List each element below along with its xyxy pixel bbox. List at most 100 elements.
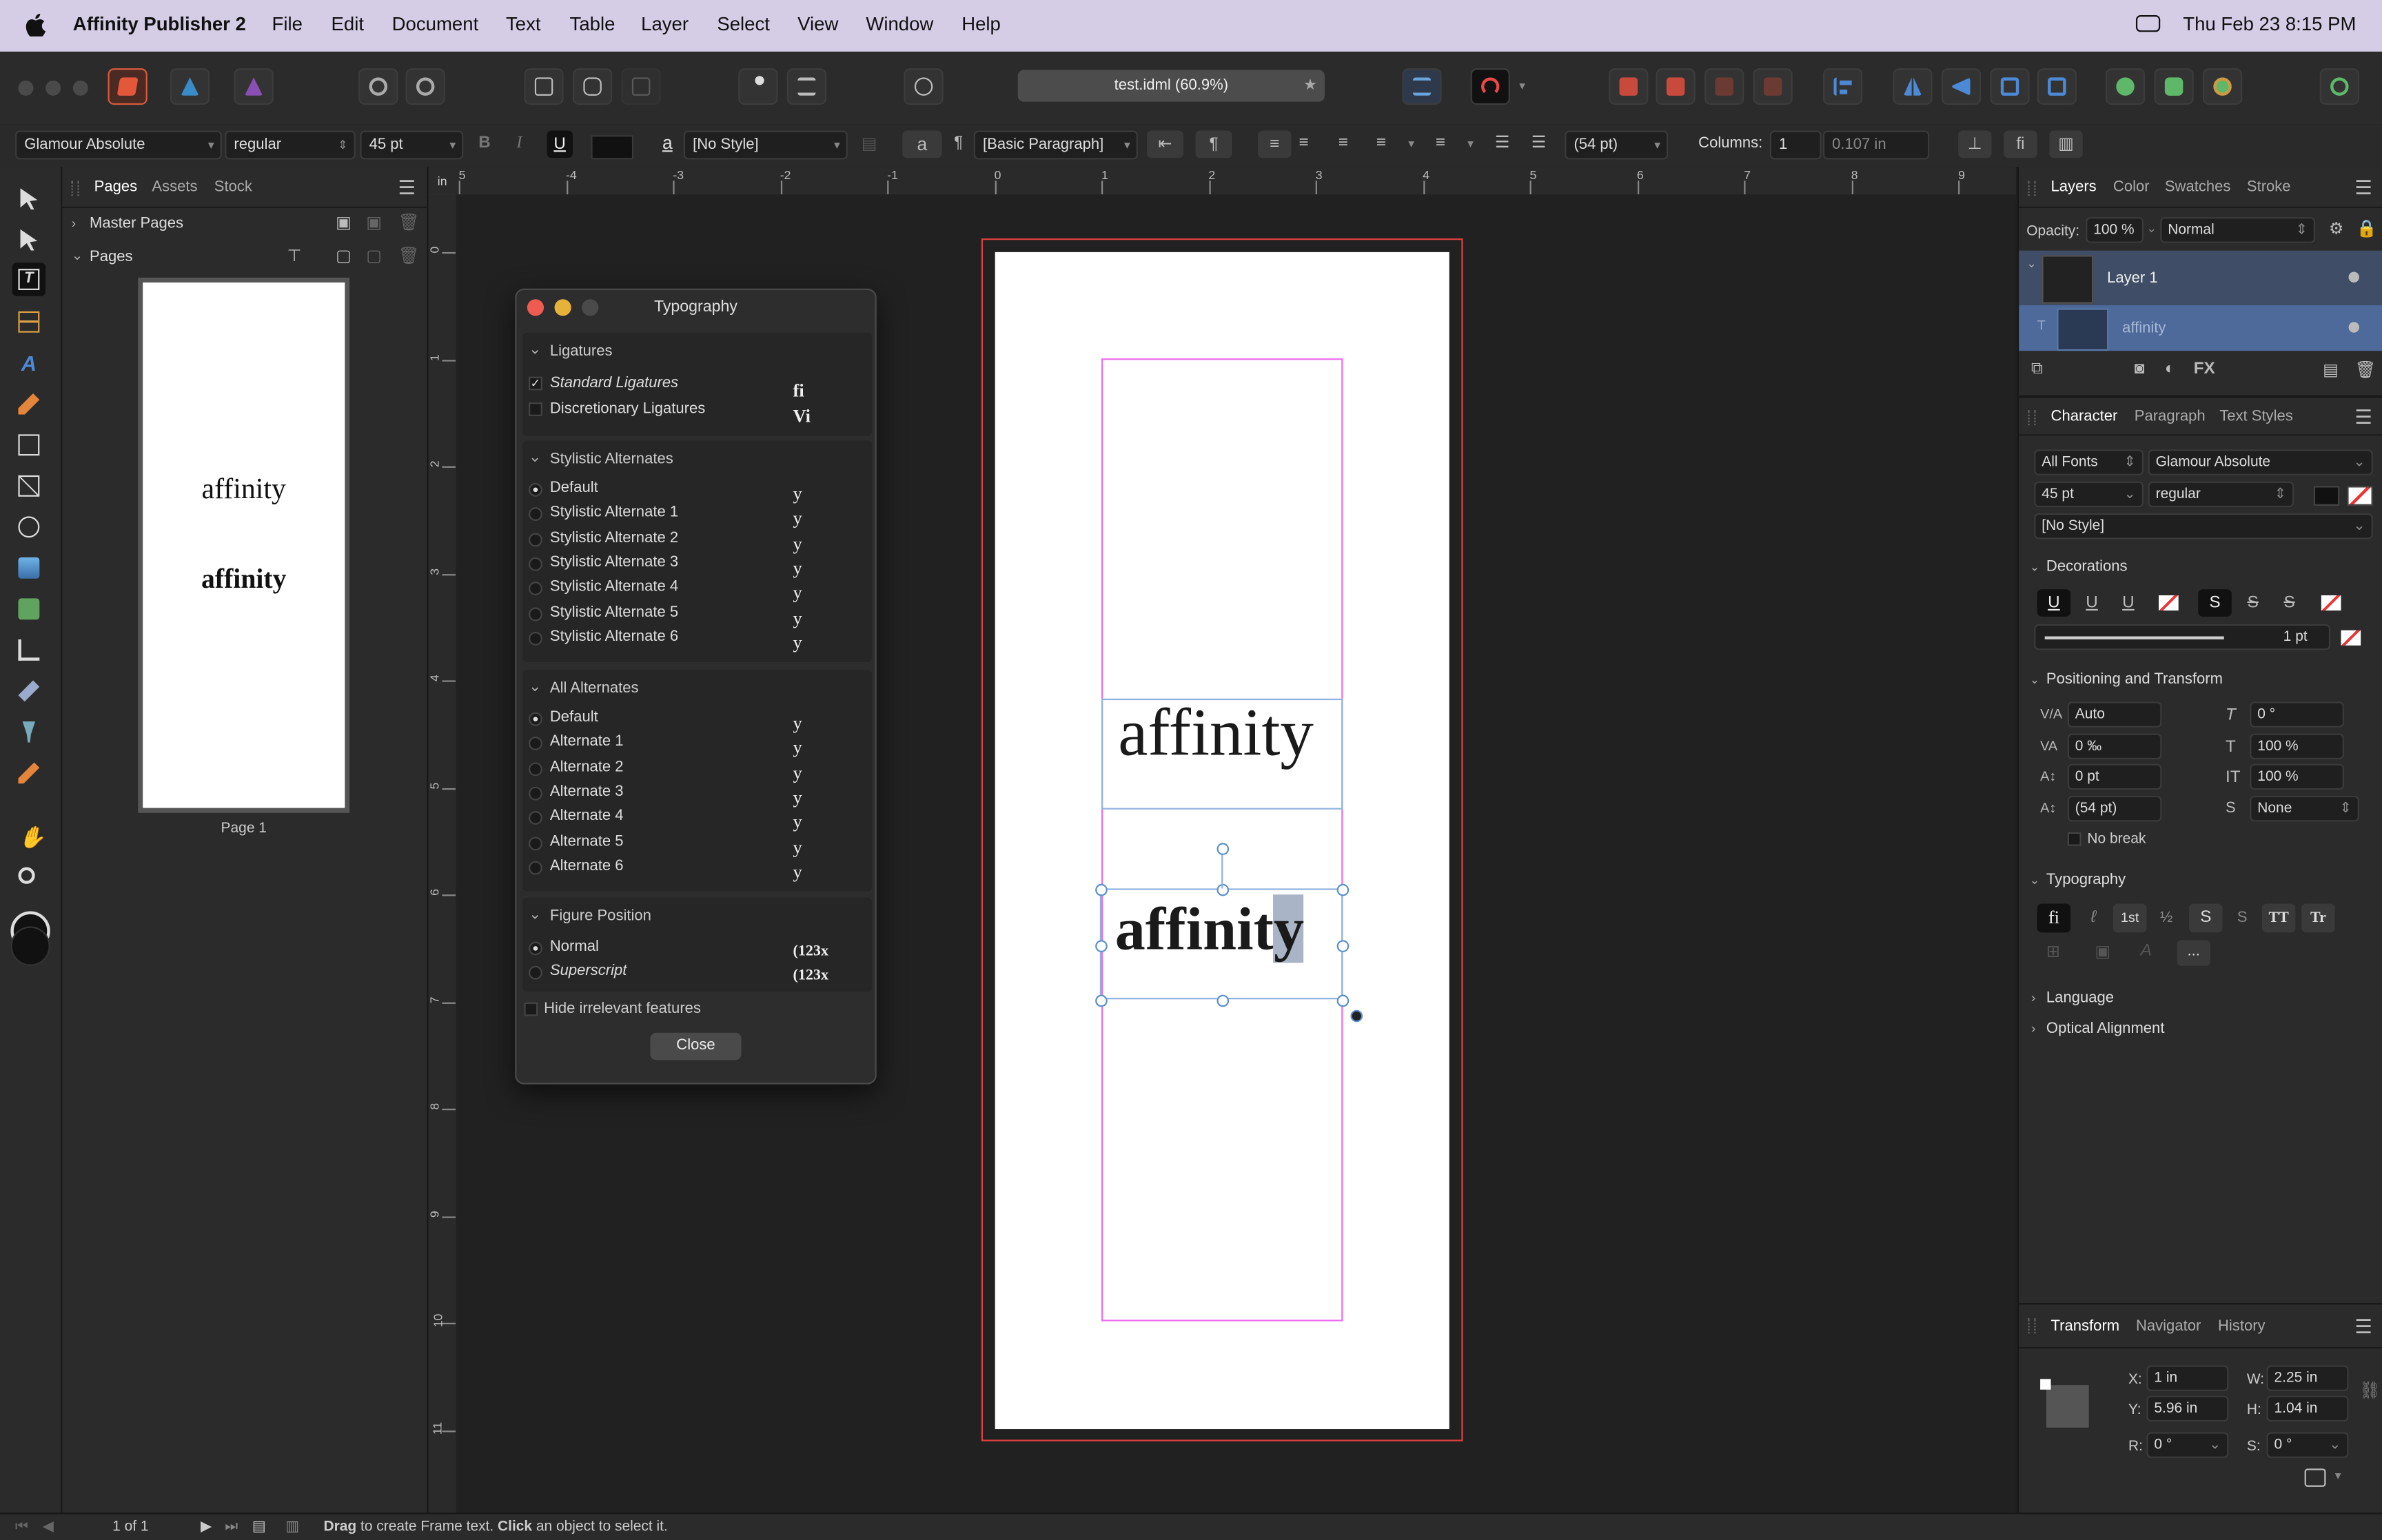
leading-field[interactable]: (54 pt) ▾	[1565, 130, 1669, 160]
grid-glyph-icon[interactable]: ⊞	[2046, 942, 2060, 961]
blend-mode-select[interactable]: Normal ⇕	[2160, 217, 2316, 243]
last-page-icon[interactable]: ⏭	[225, 1519, 238, 1535]
duplicate-page-icon[interactable]: ▢	[366, 246, 382, 265]
alternate-label[interactable]: Alternate 5	[550, 833, 624, 850]
selection-handle[interactable]	[1095, 994, 1108, 1007]
pin-button[interactable]	[738, 68, 778, 105]
chevron-right-icon[interactable]: ›	[72, 216, 77, 231]
account-button[interactable]	[2319, 68, 2359, 105]
tab-swatches[interactable]: Swatches	[2165, 179, 2231, 196]
visibility-dot-icon[interactable]	[2348, 271, 2359, 283]
tab-text-styles[interactable]: Text Styles	[2219, 409, 2293, 425]
figure-normal-radio[interactable]	[529, 941, 542, 956]
character-style-select[interactable]: [No Style] ▾	[683, 130, 848, 160]
stylistic-alternate-label[interactable]: Default	[550, 480, 598, 496]
tab-stroke[interactable]: Stroke	[2247, 179, 2291, 196]
chevron-down-icon[interactable]: ⌄	[529, 342, 541, 358]
alternate-label[interactable]: Alternate 2	[550, 759, 624, 775]
character-weight-select[interactable]: regular ⇕	[2148, 481, 2294, 508]
underline-single-button[interactable]: U	[2037, 589, 2071, 617]
table-tool[interactable]	[12, 305, 45, 338]
menu-text[interactable]: Text	[506, 14, 541, 35]
tracking-field[interactable]: 0 ‰	[2067, 733, 2162, 760]
flip-horizontal-button[interactable]	[1893, 68, 1933, 105]
panel-grip-icon[interactable]	[71, 181, 79, 196]
selection-handle[interactable]	[1336, 940, 1350, 952]
add-layer-icon[interactable]: ▤	[2323, 360, 2339, 380]
crop-tool[interactable]	[12, 633, 45, 666]
control-center-icon[interactable]	[2135, 15, 2161, 32]
chevron-right-icon[interactable]: ›	[2031, 1020, 2036, 1036]
stylistic-alternate-radio[interactable]	[529, 557, 542, 571]
chevron-down-icon[interactable]: ⌄	[2030, 673, 2040, 686]
menu-help[interactable]: Help	[961, 14, 1001, 35]
layer-row-layer1[interactable]: ⌄ Layer 1	[2019, 250, 2382, 306]
text-frame-properties-button[interactable]: ⊥	[1958, 130, 1992, 158]
panel-grip-icon[interactable]	[2028, 181, 2036, 196]
figure-superscript-label[interactable]: Superscript	[550, 963, 627, 979]
hide-irrelevant-label[interactable]: Hide irrelevant features	[544, 1001, 701, 1018]
all-alternates-header[interactable]: All Alternates	[550, 680, 639, 697]
link-aspect-icon[interactable]: ⛓	[2359, 1381, 2381, 1400]
small-caps-toggle[interactable]: Tr	[2301, 903, 2335, 933]
tab-color[interactable]: Color	[2113, 179, 2150, 196]
panel-menu-icon[interactable]: ☰	[2354, 176, 2372, 201]
x-field[interactable]: 1 in	[2146, 1365, 2229, 1391]
baseline-field[interactable]: 0 pt	[2067, 763, 2162, 790]
move-to-front-button[interactable]	[1753, 68, 1793, 105]
align-left-button[interactable]: ≡	[1257, 130, 1292, 158]
stylistic-alternates-header[interactable]: Stylistic Alternates	[550, 451, 673, 468]
move-forward-button[interactable]	[1704, 68, 1744, 105]
horizontal-ruler[interactable]: in 5 -4 -3 -2 -1 0 1 2 3 4 5 6 7 8 9	[428, 167, 2016, 196]
page-options-icon[interactable]: ⊤	[287, 246, 302, 265]
stylistic-alternate-label[interactable]: Stylistic Alternate 3	[550, 554, 678, 571]
rotation-handle[interactable]	[1217, 843, 1230, 855]
vertical-ruler[interactable]: 0 1 2 3 4 5 6 7 8 9 10 11	[428, 194, 458, 1513]
chevron-down-icon[interactable]: ⌄	[2026, 256, 2037, 270]
tab-star-icon[interactable]: ★	[1303, 70, 1317, 101]
stylistic-alternate-radio[interactable]	[529, 507, 542, 522]
fx-icon[interactable]: FX	[2194, 360, 2215, 378]
menu-layer[interactable]: Layer	[641, 14, 689, 35]
spread-setup-button[interactable]	[524, 68, 564, 105]
gutter-field[interactable]: 0.107 in	[1822, 130, 1930, 160]
panel-menu-icon[interactable]: ☰	[2354, 405, 2372, 429]
typography-button[interactable]: fi	[2004, 130, 2037, 158]
figure-position-header[interactable]: Figure Position	[550, 908, 651, 925]
tab-stock[interactable]: Stock	[214, 179, 252, 196]
layer-row-affinity[interactable]: T affinity	[2019, 305, 2382, 351]
text-color-swatch[interactable]	[591, 135, 634, 160]
menu-select[interactable]: Select	[717, 14, 770, 35]
layer-name[interactable]: affinity	[2122, 320, 2166, 337]
view-tool[interactable]: ✋	[12, 820, 45, 853]
transparency-tool[interactable]	[12, 715, 45, 748]
numbering-button[interactable]: ☰	[1531, 132, 1547, 152]
fill-tool[interactable]	[12, 675, 45, 708]
chevron-right-icon[interactable]: ›	[2031, 990, 2036, 1005]
swash-toggle[interactable]: ℓ	[2079, 903, 2107, 932]
shear-transform-field[interactable]: 0 ° ⌄	[2266, 1432, 2349, 1458]
table-data-tool[interactable]	[12, 593, 45, 626]
node-tool[interactable]	[12, 223, 45, 256]
character-style-field[interactable]: [No Style] ⌄	[2034, 513, 2373, 540]
tab-layers[interactable]: Layers	[2051, 179, 2097, 196]
alternate-label[interactable]: Default	[550, 709, 598, 726]
justify-dropdown-icon[interactable]: ▾	[1408, 136, 1414, 150]
boolean-subtract-button[interactable]	[2154, 68, 2194, 105]
flip-vertical-button[interactable]	[1941, 68, 1982, 105]
bleed-button[interactable]	[621, 68, 661, 105]
first-page-icon[interactable]: ⏮	[15, 1519, 28, 1535]
standard-ligatures-checkbox[interactable]: ✓	[529, 376, 542, 391]
pages-header[interactable]: Pages	[90, 249, 133, 265]
strikethrough-custom-button[interactable]: S	[2277, 589, 2301, 617]
apply-paragraph-style-button[interactable]: ⇤	[1147, 130, 1183, 158]
menu-document[interactable]: Document	[392, 14, 479, 35]
superscript-select[interactable]: None ⇕	[2250, 795, 2359, 822]
move-tool[interactable]	[12, 182, 45, 215]
stylistic-alternate-label[interactable]: Stylistic Alternate 5	[550, 604, 678, 620]
positioning-header[interactable]: Positioning and Transform	[2046, 671, 2223, 688]
snapping-button[interactable]	[1470, 68, 1510, 105]
text-frame-2[interactable]: affinity	[1095, 883, 1350, 1007]
place-image-tool[interactable]	[12, 551, 45, 584]
vertical-align-button[interactable]: ≡	[1436, 134, 1445, 152]
